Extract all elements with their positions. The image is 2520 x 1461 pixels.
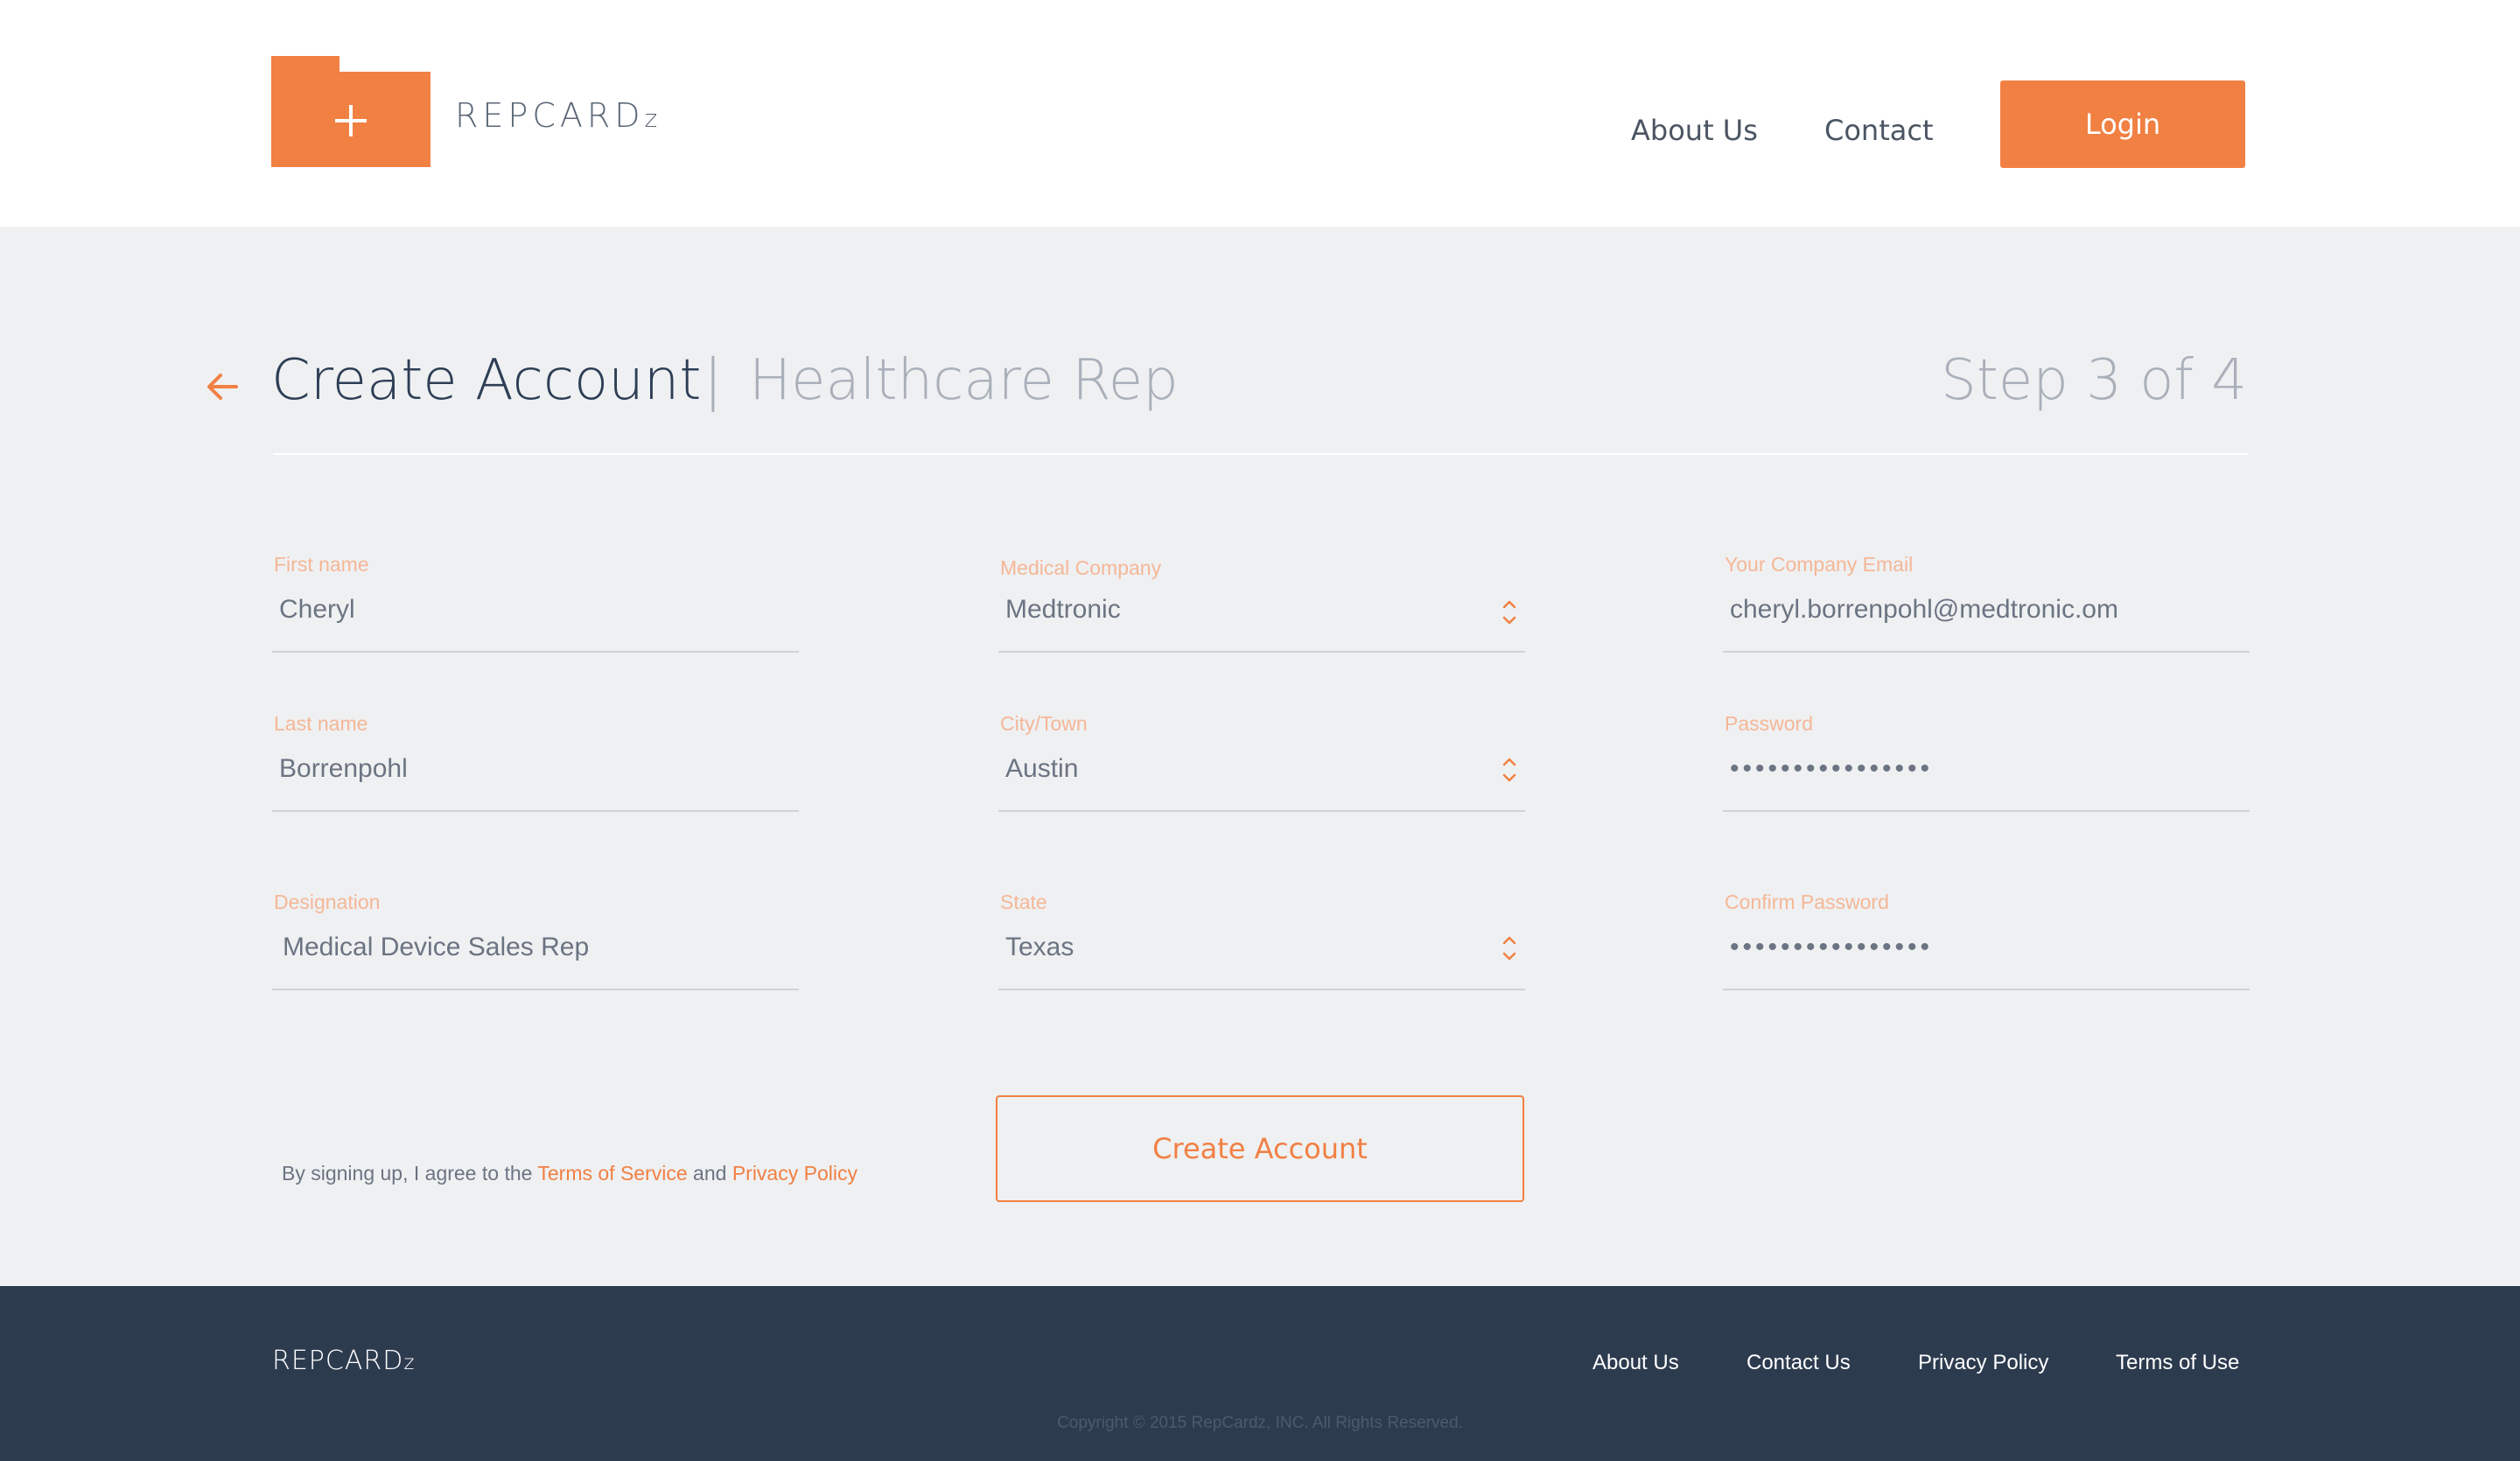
first-name-label: First name xyxy=(274,553,369,576)
first-name-input[interactable]: Cheryl xyxy=(279,595,355,625)
medical-company-value[interactable]: Medtronic xyxy=(1005,595,1121,625)
last-name-underline xyxy=(272,810,799,812)
medical-company-label: Medical Company xyxy=(1000,556,1162,579)
chevron-up-down-icon[interactable] xyxy=(1501,931,1518,966)
first-name-field[interactable]: First name Cheryl xyxy=(272,553,799,658)
first-name-underline xyxy=(272,651,799,653)
designation-field[interactable]: Designation Medical Device Sales Rep xyxy=(272,891,799,996)
last-name-field[interactable]: Last name Borrenpohl xyxy=(272,712,799,817)
brand-name[interactable]: REPCARDz xyxy=(455,96,659,135)
city-select[interactable]: City/Town Austin xyxy=(998,712,1525,817)
state-label: State xyxy=(1000,891,1047,913)
agreement-and: and xyxy=(687,1162,732,1185)
state-select[interactable]: State Texas xyxy=(998,891,1525,996)
last-name-input[interactable]: Borrenpohl xyxy=(279,754,408,784)
folder-plus-icon[interactable] xyxy=(271,56,430,167)
state-underline xyxy=(998,989,1525,990)
terms-of-service-link[interactable]: Terms of Service xyxy=(537,1162,687,1185)
footer-brand-suffix: z xyxy=(403,1352,416,1374)
confirm-password-label: Confirm Password xyxy=(1725,891,1889,913)
page-title: Create Account xyxy=(271,348,702,413)
designation-input[interactable]: Medical Device Sales Rep xyxy=(283,933,589,962)
title-separator: | xyxy=(704,348,723,413)
city-label: City/Town xyxy=(1000,712,1088,735)
company-email-field[interactable]: Your Company Email cheryl.borrenpohl@med… xyxy=(1723,553,2250,658)
terms-agreement: By signing up, I agree to the Terms of S… xyxy=(282,1162,858,1185)
chevron-up-down-icon[interactable] xyxy=(1501,595,1518,630)
create-account-button[interactable]: Create Account xyxy=(996,1095,1524,1202)
company-email-underline xyxy=(1723,651,2250,653)
step-indicator: Step 3 of 4 xyxy=(1941,348,2247,413)
city-underline xyxy=(998,810,1525,812)
password-label: Password xyxy=(1725,712,1813,735)
footer-privacy-link[interactable]: Privacy Policy xyxy=(1918,1351,2048,1375)
state-value[interactable]: Texas xyxy=(1005,933,1074,962)
company-email-input[interactable]: cheryl.borrenpohl@medtronic.om xyxy=(1730,595,2118,625)
brand-suffix: z xyxy=(644,104,660,133)
agreement-prefix: By signing up, I agree to the xyxy=(282,1162,538,1185)
site-footer: REPCARDz About Us Contact Us Privacy Pol… xyxy=(0,1286,2520,1461)
footer-brand-main: REPCARD xyxy=(272,1346,404,1376)
password-field[interactable]: Password •••••••••••••••• xyxy=(1723,712,2250,817)
title-divider xyxy=(273,453,2249,455)
city-value[interactable]: Austin xyxy=(1005,754,1078,784)
nav-contact[interactable]: Contact xyxy=(1824,114,1934,147)
confirm-password-input[interactable]: •••••••••••••••• xyxy=(1730,933,1933,962)
password-input[interactable]: •••••••••••••••• xyxy=(1730,754,1933,784)
chevron-up-down-icon[interactable] xyxy=(1501,752,1518,787)
nav-about-us[interactable]: About Us xyxy=(1631,114,1758,147)
designation-label: Designation xyxy=(274,891,381,913)
site-header: REPCARDz About Us Contact Login xyxy=(0,0,2520,227)
last-name-label: Last name xyxy=(274,712,368,735)
password-underline xyxy=(1723,810,2250,812)
confirm-password-field[interactable]: Confirm Password •••••••••••••••• xyxy=(1723,891,2250,996)
company-email-label: Your Company Email xyxy=(1725,553,1914,576)
footer-terms-link[interactable]: Terms of Use xyxy=(2116,1351,2239,1375)
medical-company-underline xyxy=(998,651,1525,653)
copyright-text: Copyright © 2015 RepCardz, INC. All Righ… xyxy=(1057,1414,1463,1432)
footer-about-link[interactable]: About Us xyxy=(1592,1351,1679,1375)
designation-underline xyxy=(272,989,799,990)
footer-contact-link[interactable]: Contact Us xyxy=(1746,1351,1851,1375)
page-subtitle: Healthcare Rep xyxy=(749,348,1179,413)
arrow-left-icon[interactable] xyxy=(205,371,240,402)
login-button[interactable]: Login xyxy=(2000,80,2245,168)
footer-brand[interactable]: REPCARDz xyxy=(272,1346,415,1376)
medical-company-select[interactable]: Medical Company Medtronic xyxy=(998,556,1525,661)
privacy-policy-link[interactable]: Privacy Policy xyxy=(732,1162,858,1185)
confirm-password-underline xyxy=(1723,989,2250,990)
brand-main: REPCARD xyxy=(455,96,645,135)
